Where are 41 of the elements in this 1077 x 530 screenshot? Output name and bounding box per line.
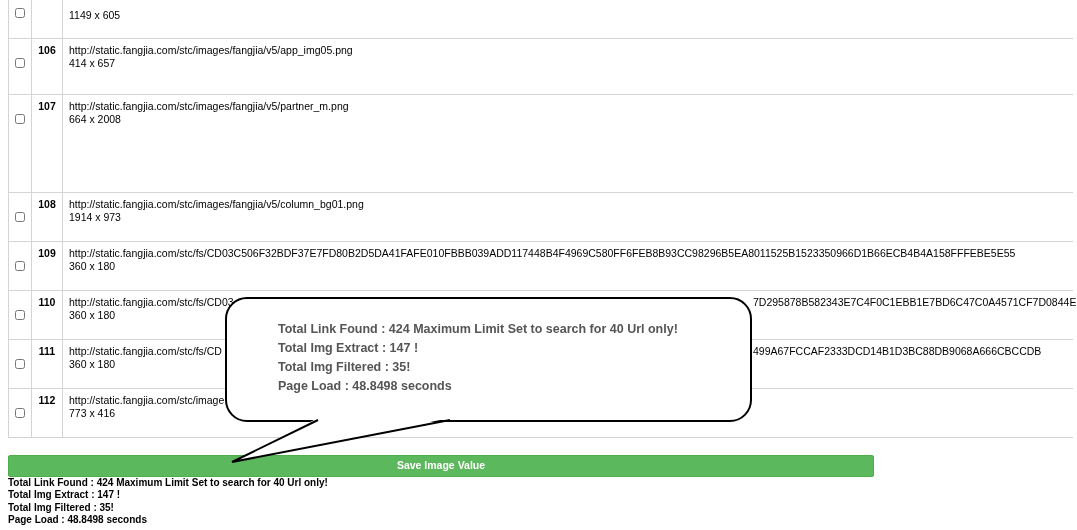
image-size: 360 x 180 xyxy=(69,309,116,322)
row-number: 112 xyxy=(38,394,56,407)
image-size: 773 x 416 xyxy=(69,407,116,420)
image-size: 414 x 657 xyxy=(69,57,116,70)
image-size: 360 x 180 xyxy=(69,260,116,273)
image-size: 1914 x 973 xyxy=(69,211,121,224)
summary-line: Total Link Found : 424 Maximum Limit Set to search for 40 Url only! xyxy=(8,476,329,490)
row-number: 111 xyxy=(38,345,56,358)
summary-line: Total Img Filtered : 35! xyxy=(8,501,115,515)
row-checkbox[interactable] xyxy=(15,408,25,418)
image-url: http://static.fangjia.com/stc/fs/CD03 xyxy=(69,296,234,309)
row-number: 108 xyxy=(38,198,56,211)
row-number: 107 xyxy=(38,100,56,113)
row-checkbox[interactable] xyxy=(15,310,25,320)
row-number: 109 xyxy=(38,247,56,260)
row-checkbox[interactable] xyxy=(15,114,25,124)
image-size: 360 x 180 xyxy=(69,358,116,371)
row-number: 110 xyxy=(38,296,56,309)
save-button[interactable]: Save Image Value xyxy=(8,454,874,477)
row-number: 106 xyxy=(38,44,56,57)
row-checkbox[interactable] xyxy=(15,212,25,222)
row-checkbox[interactable] xyxy=(15,58,25,68)
callout-line: Total Link Found : 424 Maximum Limit Set to search for 40 Url only! xyxy=(278,321,679,338)
image-url: http://static.fangjia.com/stc/image xyxy=(69,394,225,407)
image-size: 1149 x 605 xyxy=(69,9,121,22)
callout-line: Total Img Filtered : 35! xyxy=(278,359,412,376)
image-url: http://static.fangjia.com/stc/fs/CD03C506F32BDF37E7FD80B2D5DA41FAFE010FBBB039ADD117448B4F4969C580FF6FEB8B93CC98296B5EA8011525B1523350966D1B66ECB4B4A158FFFEBE5E55 xyxy=(69,247,1016,260)
image-url: http://static.fangjia.com/stc/fs/CD xyxy=(69,345,222,358)
image-url: http://static.fangjia.com/stc/images/fangjia/v5/app_img05.png xyxy=(69,44,353,57)
summary-line: Page Load : 48.8498 seconds xyxy=(8,514,148,527)
row-checkbox[interactable] xyxy=(15,8,25,18)
row-checkbox[interactable] xyxy=(15,359,25,369)
image-size: 664 x 2008 xyxy=(69,113,121,126)
image-url: 7D295878B582343E7C4F0C1EBB1E7BD6C47C0A4571CF7D0844E xyxy=(753,296,1077,309)
image-url: http://static.fangjia.com/stc/images/fangjia/v5/column_bg01.png xyxy=(69,198,364,211)
callout-line: Total Img Extract : 147 ! xyxy=(278,340,420,357)
callout-line: Page Load : 48.8498 seconds xyxy=(278,378,453,395)
summary-line: Total Img Extract : 147 ! xyxy=(8,489,122,502)
image-url: http://static.fangjia.com/stc/images/fangjia/v5/partner_m.png xyxy=(69,100,349,113)
image-url: 499A67FCCAF2333DCD14B1D3BC88DB9068A666CBCCDB xyxy=(753,345,1042,358)
row-checkbox[interactable] xyxy=(15,261,25,271)
